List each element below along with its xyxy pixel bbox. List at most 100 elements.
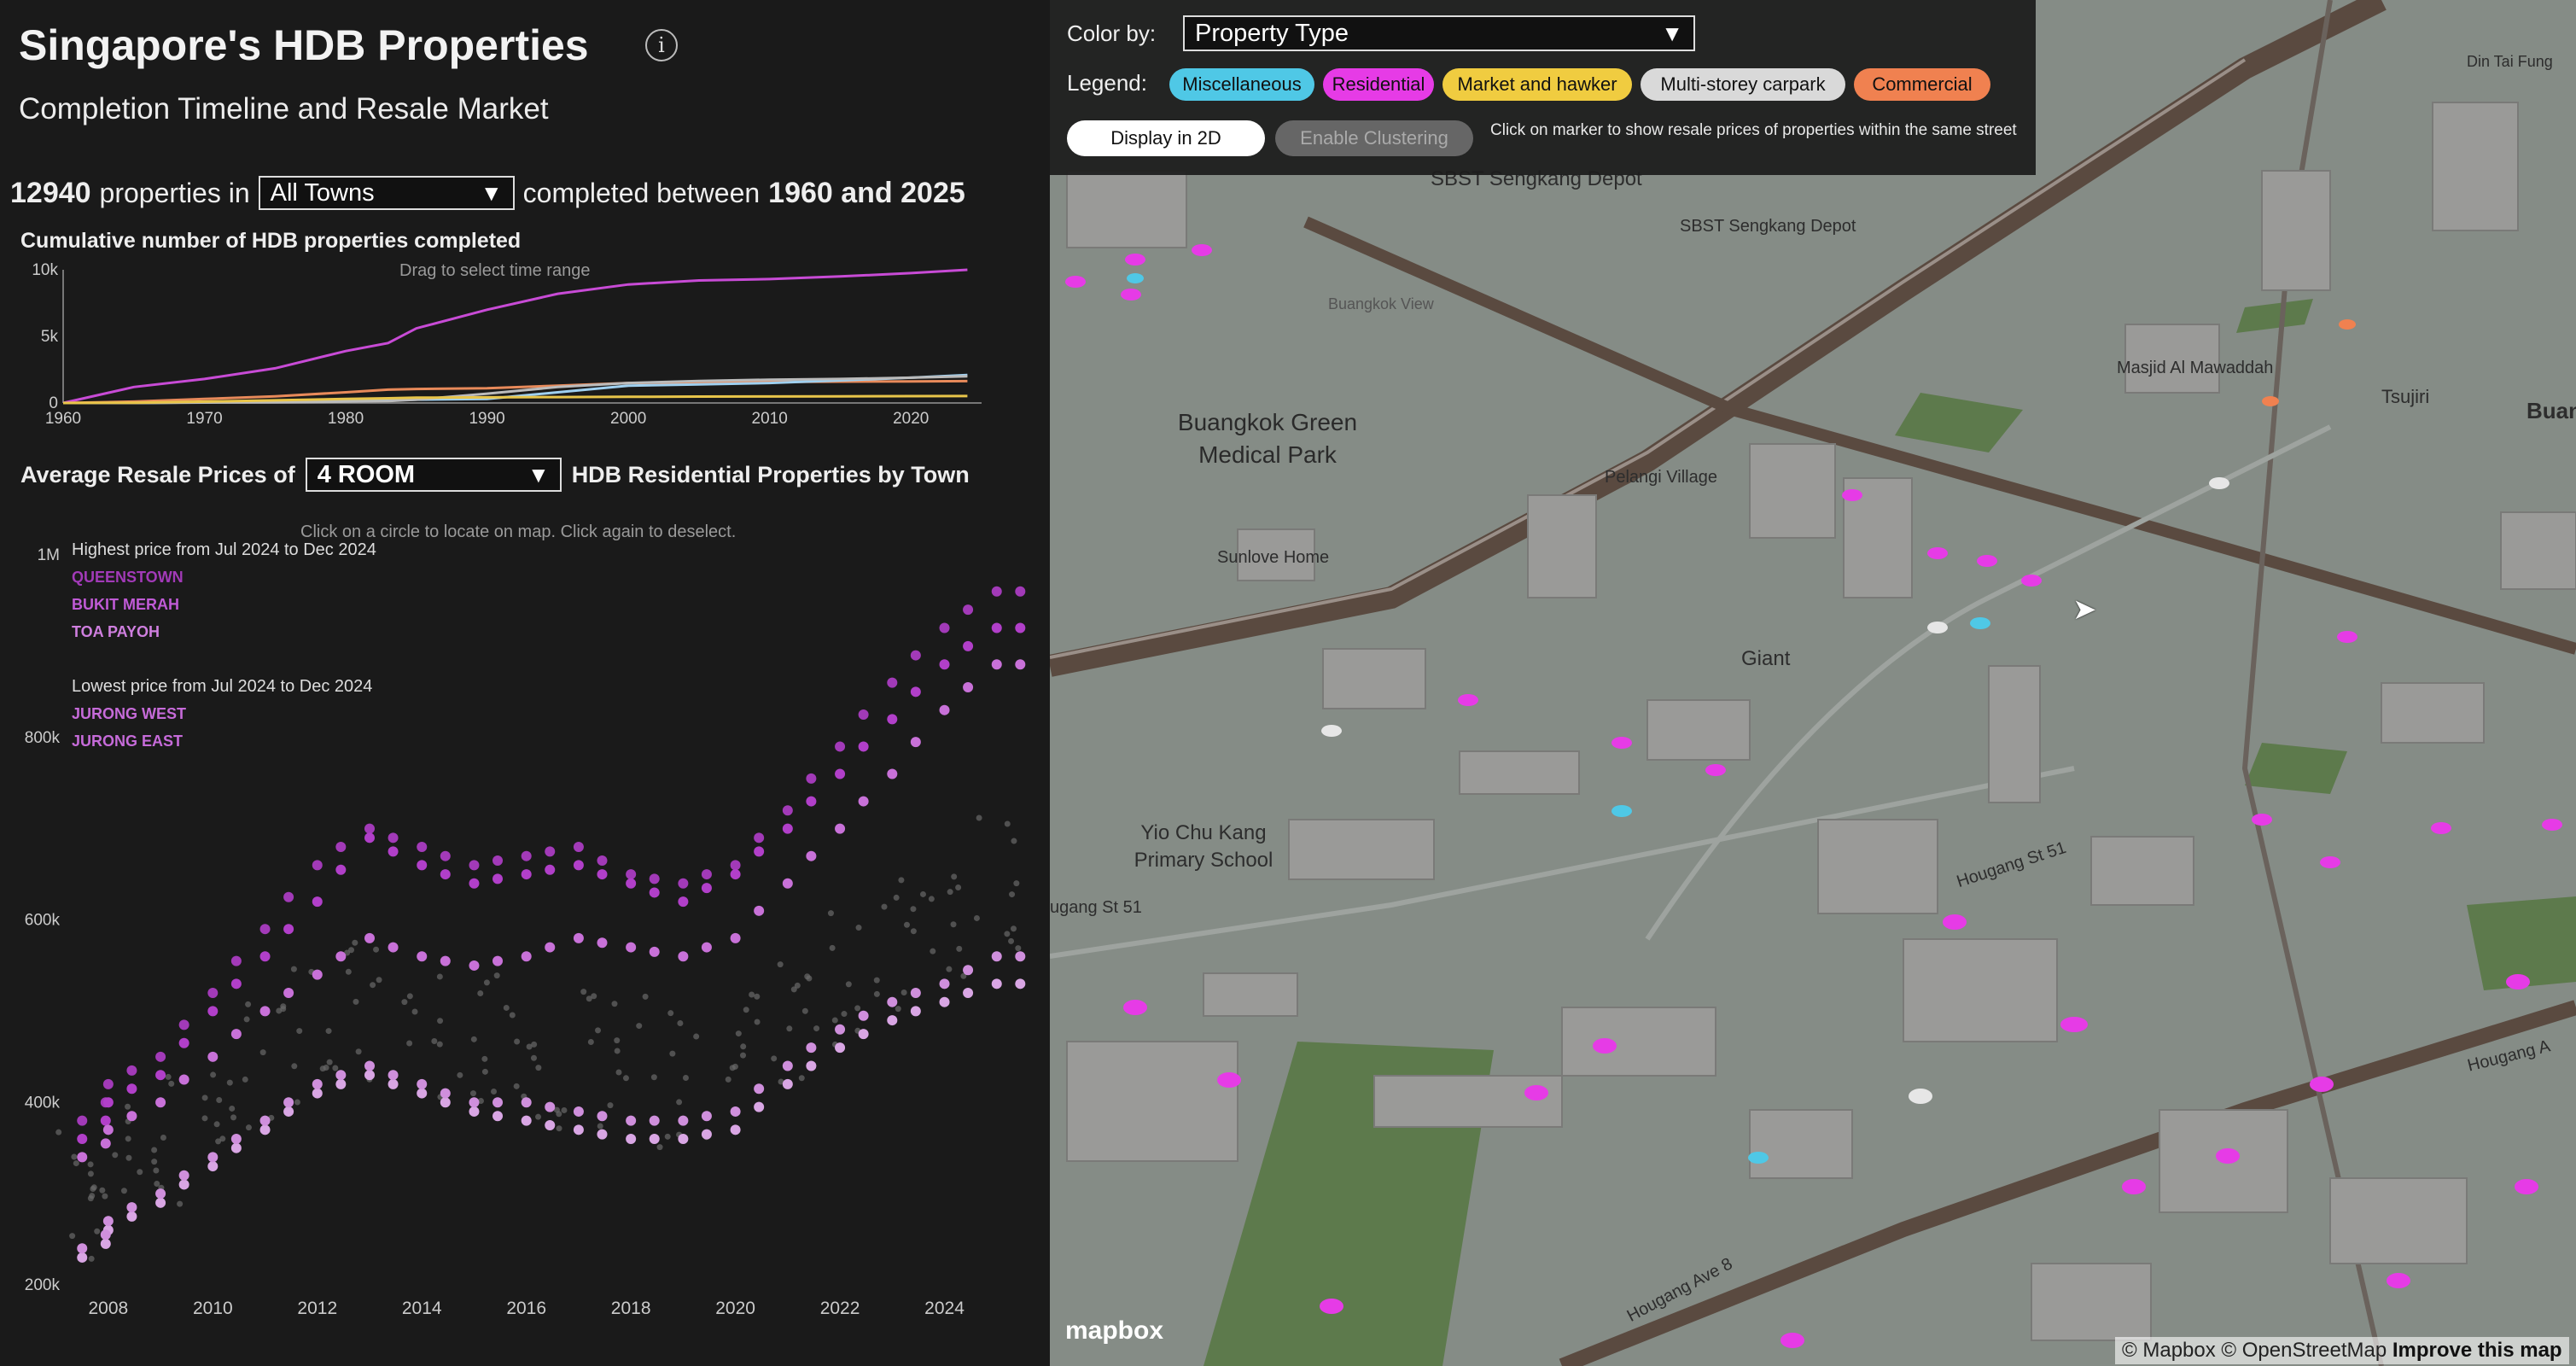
scatter-point <box>678 1115 689 1126</box>
scatter-point <box>100 1115 111 1126</box>
property-count: 12940 <box>10 176 91 209</box>
scatter-point <box>126 1065 137 1076</box>
scatter-point <box>845 981 852 988</box>
legend-residential[interactable]: Residential <box>1323 68 1434 101</box>
scatter-point <box>858 796 869 807</box>
scatter-point <box>89 1193 96 1200</box>
scatter-point <box>406 993 413 1000</box>
town-select[interactable]: All Towns ▼ <box>258 176 515 210</box>
x-tick-label: 2016 <box>506 1299 546 1318</box>
scatter-point <box>312 896 323 908</box>
lowest-town-1[interactable]: JURONG WEST <box>72 700 372 727</box>
chevron-down-icon: ▼ <box>1661 20 1683 46</box>
scatter-point <box>1015 586 1026 597</box>
mapbox-logo[interactable]: mapbox <box>1065 1316 1163 1346</box>
map-label-yio-chu-kang[interactable]: Yio Chu Kang Primary School <box>1118 820 1289 874</box>
info-icon[interactable]: i <box>645 29 678 61</box>
map-label-buan[interactable]: Buan <box>2526 398 2576 424</box>
scatter-point <box>102 1124 114 1135</box>
scatter-point <box>417 951 428 962</box>
scatter-point <box>951 873 958 880</box>
scatter-point <box>503 1004 510 1011</box>
improve-map-link[interactable]: Improve this map <box>2392 1339 2562 1362</box>
scatter-point <box>887 677 898 688</box>
scatter-point <box>312 1088 323 1099</box>
map-attribution[interactable]: © Mapbox © OpenStreetMap Improve this ma… <box>2115 1337 2569 1364</box>
scatter-point <box>678 1134 689 1144</box>
resale-label-prefix: Average Resale Prices of <box>20 461 295 487</box>
scatter-point <box>470 1036 477 1042</box>
display-2d-button[interactable]: Display in 2D <box>1067 120 1265 156</box>
scatter-point <box>230 1142 242 1153</box>
scatter-point <box>903 921 910 928</box>
scatter-point <box>754 1101 765 1112</box>
scatter-point <box>207 1152 219 1163</box>
scatter-point <box>754 832 765 844</box>
enable-clustering-button[interactable]: Enable Clustering <box>1275 120 1473 156</box>
legend-commercial[interactable]: Commercial <box>1854 68 1990 101</box>
scatter-point <box>440 850 451 861</box>
scatter-point <box>178 1037 189 1048</box>
y-tick-label: 5k <box>41 328 59 346</box>
scatter-point <box>573 1106 584 1117</box>
scatter-point <box>155 1188 166 1200</box>
x-tick-label: 1970 <box>186 410 222 427</box>
scatter-point <box>436 1041 443 1048</box>
scatter-point <box>492 855 504 867</box>
lowest-town-2[interactable]: JURONG EAST <box>72 727 372 755</box>
scatter-point <box>597 1129 608 1140</box>
scatter-point <box>492 873 504 884</box>
scatter-point <box>1004 820 1011 827</box>
scatter-point <box>530 1054 537 1061</box>
scatter-point <box>1011 838 1017 844</box>
flat-type-select[interactable]: 4 ROOM ▼ <box>305 458 562 492</box>
scatter-point <box>1004 931 1011 937</box>
scatter-point <box>614 1048 621 1054</box>
map-label-masjid[interactable]: Masjid Al Mawaddah <box>2117 359 2273 378</box>
legend-market-hawker[interactable]: Market and hawker <box>1442 68 1632 101</box>
resale-scatter-chart[interactable]: 200k 400k 600k 800k 1M 2008 2010 2012 2014 2016 20… <box>0 538 1050 1366</box>
map-label-dintaifung[interactable]: Din Tai Fung <box>2467 53 2553 71</box>
attribution-text[interactable]: © Mapbox © OpenStreetMap <box>2122 1339 2387 1362</box>
color-by-select[interactable]: Property Type ▼ <box>1183 15 1695 51</box>
map-label-buangkok-view: Buangkok View <box>1328 295 1434 312</box>
scatter-point <box>806 1060 817 1071</box>
town-select-value: All Towns <box>270 178 375 207</box>
map-label-medical-park[interactable]: Buangkok Green Medical Park <box>1161 406 1374 471</box>
scatter-point <box>493 972 500 979</box>
map-view[interactable]: SBST Sengkang Depot SBST Sengkang Depot … <box>1050 0 2576 1366</box>
scatter-point <box>1015 622 1026 633</box>
scatter-point <box>364 1060 376 1071</box>
scatter-point <box>126 1211 137 1222</box>
scatter-point <box>521 1097 532 1108</box>
timeline-title: Cumulative number of HDB properties comp… <box>20 229 522 253</box>
scatter-point <box>245 1001 252 1007</box>
scatter-point <box>364 823 376 834</box>
map-label-sunlove[interactable]: Sunlove Home <box>1217 548 1329 568</box>
scatter-point <box>939 704 950 715</box>
scatter-point <box>100 1138 111 1149</box>
scatter-point <box>207 1051 219 1062</box>
scatter-point <box>813 1025 820 1032</box>
legend-carpark[interactable]: Multi-storey carpark <box>1641 68 1845 101</box>
scatter-point <box>930 948 936 954</box>
scatter-point <box>364 1070 376 1081</box>
y-tick-label: 800k <box>25 729 61 747</box>
map-label-pelangi[interactable]: Pelangi Village <box>1605 468 1717 487</box>
scatter-point <box>858 709 869 721</box>
highest-town-1[interactable]: QUEENSTOWN <box>72 563 376 591</box>
map-label-tsujiri[interactable]: Tsujiri <box>2381 386 2429 408</box>
highest-town-3[interactable]: TOA PAYOH <box>72 618 376 645</box>
map-canvas[interactable] <box>1050 0 2576 1366</box>
scatter-point <box>388 832 399 844</box>
legend-miscellaneous[interactable]: Miscellaneous <box>1169 68 1314 101</box>
scatter-point <box>417 1078 428 1089</box>
scatter-point <box>649 1115 660 1126</box>
scatter-point <box>642 993 649 1000</box>
scatter-point <box>226 1079 233 1086</box>
map-label-giant[interactable]: Giant <box>1741 647 1790 671</box>
x-tick-label: 2010 <box>752 410 788 427</box>
summary-line: 12940 properties in All Towns ▼ complete… <box>10 176 965 210</box>
timeline-chart[interactable]: 1960 1970 1980 1990 2000 2010 2020 0 5k 10k <box>0 256 1050 427</box>
highest-town-2[interactable]: BUKIT MERAH <box>72 591 376 618</box>
